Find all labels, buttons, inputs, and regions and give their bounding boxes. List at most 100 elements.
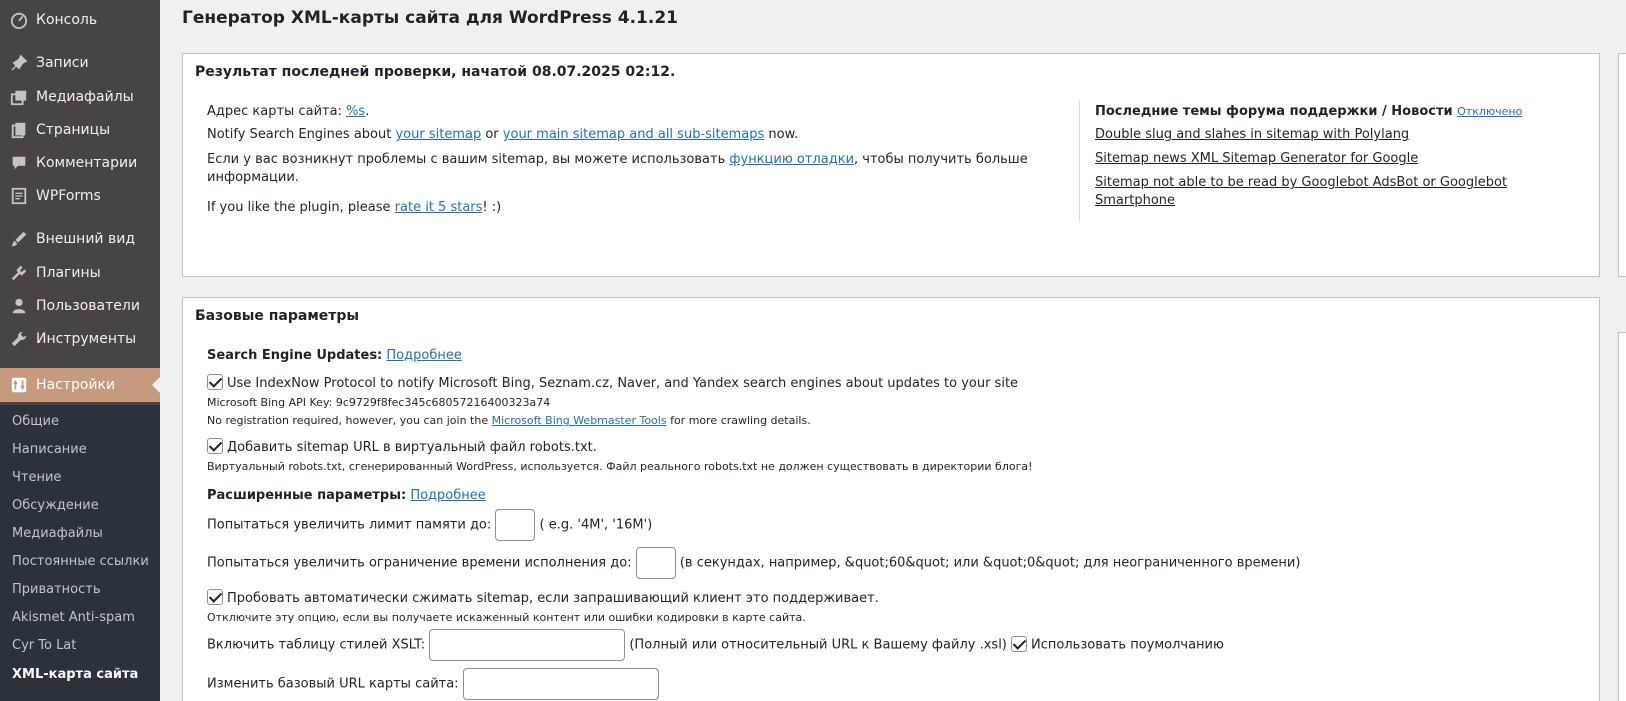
menu-tools[interactable]: Инструменты [0,322,160,356]
notify-sitemap-link[interactable]: your sitemap [395,127,481,142]
menu-users[interactable]: Пользователи [0,289,160,323]
notify-line: Notify Search Engines about your sitemap… [207,127,798,142]
gzip-line: Пробовать автоматически сжимать sitemap,… [207,589,879,606]
sitemap-address-line: Адрес карты сайта: %s. [207,104,370,119]
robots-checkbox[interactable] [207,438,223,454]
submenu-reading[interactable]: Чтение [12,470,61,485]
menu-label: WPForms [36,188,101,204]
base-url-input[interactable] [462,668,659,700]
time-label: Попытаться увеличить ограничение времени… [207,555,632,571]
forum-link-3-cont[interactable]: Smartphone [1095,193,1175,208]
indexnow-line: Use IndexNow Protocol to notify Microsof… [207,374,1018,391]
xslt-input[interactable] [429,629,626,661]
bing-api-key: Microsoft Bing API Key: 9c9729f8fec345c6… [207,396,551,409]
menu-posts[interactable]: Записи [0,46,160,80]
forum-link-2[interactable]: Sitemap news XML Sitemap Generator for G… [1095,151,1418,166]
problem-line-2: информации. [207,170,299,185]
menu-pages[interactable]: Страницы [0,113,160,147]
se-updates-more-link[interactable]: Подробнее [386,348,461,363]
forum-title: Последние темы форума поддержки / Новост… [1095,104,1453,119]
column-divider [1079,101,1080,221]
xslt-hint: (Полный или относительный URL к Вашему ф… [629,637,1007,653]
dashboard-icon [9,10,29,30]
sitemap-address-link[interactable]: %s [346,104,365,119]
gzip-label: Пробовать автоматически сжимать sitemap,… [227,591,879,606]
menu-wpforms[interactable]: WPForms [0,179,160,213]
advanced-label: Расширенные параметры: [207,488,407,503]
menu-label: Пользователи [36,298,140,314]
se-updates-label: Search Engine Updates: [207,348,383,363]
submenu-permalinks[interactable]: Постоянные ссылки [12,554,149,569]
memory-input[interactable] [495,509,536,541]
submenu-akismet[interactable]: Akismet Anti-spam [12,610,135,625]
memory-label: Попытаться увеличить лимит памяти до: [207,517,492,533]
menu-comments[interactable]: Комментарии [0,146,160,180]
xslt-default-label: Использовать поумолчанию [1031,637,1224,653]
basic-params-title: Базовые параметры [195,308,360,324]
gzip-checkbox[interactable] [207,589,223,605]
menu-dashboard[interactable]: Консоль [0,3,160,37]
menu-label: Страницы [36,122,111,138]
menu-plugins[interactable]: Плагины [0,256,160,290]
forum-disabled-link[interactable]: Отключено [1457,105,1522,118]
menu-settings[interactable]: Настройки [0,368,160,402]
forum-link-1[interactable]: Double slug and slahes in sitemap with P… [1095,127,1409,142]
time-hint: (в секундах, например, &quot;60&quot; ил… [679,555,1301,571]
pin-icon [9,53,29,73]
menu-label: Настройки [36,377,116,393]
indexnow-checkbox[interactable] [207,374,223,390]
advanced-line: Расширенные параметры: Подробнее [207,488,486,503]
pages-icon [9,120,29,140]
advanced-more-link[interactable]: Подробнее [410,488,485,503]
noreg-prefix: No registration required, however, you c… [207,414,489,427]
submenu-media[interactable]: Медиафайлы [12,526,103,541]
last-check-box: Результат последней проверки, начатой 08… [182,53,1600,277]
side-panel-bottom [1618,332,1626,701]
brush-icon [9,229,29,249]
submenu-privacy[interactable]: Приватность [12,582,101,597]
rate-suffix: ! :) [482,200,502,215]
last-check-title: Результат последней проверки, начатой 08… [195,64,676,80]
memory-hint: ( e.g. '4M', '16M') [539,517,653,533]
submenu-xml-sitemap[interactable]: XML-карта сайта [12,667,138,682]
menu-appearance[interactable]: Внешний вид [0,222,160,256]
menu-label: Инструменты [36,331,137,347]
menu-label: Комментарии [36,155,138,171]
xslt-default-checkbox[interactable] [1011,635,1028,652]
memory-line: Попытаться увеличить лимит памяти до: ( … [207,509,652,541]
menu-label: Консоль [36,12,98,28]
submenu-discussion[interactable]: Обсуждение [12,498,99,513]
indexnow-label: Use IndexNow Protocol to notify Microsof… [227,376,1019,391]
base-url-line: Изменить базовый URL карты сайта: [207,668,659,700]
problem-text: Если у вас возникнут проблемы с вашим si… [207,152,726,167]
menu-label: Плагины [36,265,101,281]
xslt-label: Включить таблицу стилей XSLT: [207,637,426,653]
noreg-line: No registration required, however, you c… [207,414,811,427]
rate-link[interactable]: rate it 5 stars [395,200,483,215]
media-icon [9,87,29,107]
submenu-cyr-to-lat[interactable]: Cyr To Lat [12,638,76,653]
menu-label: Медиафайлы [36,89,134,105]
submenu-general[interactable]: Общие [12,414,59,429]
rate-line: If you like the plugin, please rate it 5… [207,200,501,215]
menu-media[interactable]: Медиафайлы [0,80,160,114]
forum-link-3[interactable]: Sitemap not able to be read by Googlebot… [1095,175,1507,190]
gzip-note: Отключите эту опцию, если вы получаете и… [207,611,806,624]
robots-line: Добавить sitemap URL в виртуальный файл … [207,438,597,455]
submenu-writing[interactable]: Написание [12,442,87,457]
side-panel-top [1618,53,1626,277]
menu-label: Внешний вид [36,231,136,247]
problem-text-2: , чтобы получить больше [854,152,1028,167]
problem-line: Если у вас возникнут проблемы с вашим si… [207,152,1028,167]
forms-icon [9,186,29,206]
bing-webmaster-link[interactable]: Microsoft Bing Webmaster Tools [492,414,667,427]
comment-icon [9,153,29,173]
notify-prefix: Notify Search Engines about [207,127,392,142]
basic-params-box: Базовые параметры Search Engine Updates:… [182,297,1600,701]
time-line: Попытаться увеличить ограничение времени… [207,547,1300,579]
debug-link[interactable]: функцию отладки [729,152,854,167]
forum-title-line: Последние темы форума поддержки / Новост… [1095,104,1522,119]
main-content: Генератор XML-карты сайта для WordPress … [160,0,1626,701]
notify-all-sitemaps-link[interactable]: your main sitemap and all sub-sitemaps [503,127,764,142]
time-input[interactable] [635,547,676,579]
